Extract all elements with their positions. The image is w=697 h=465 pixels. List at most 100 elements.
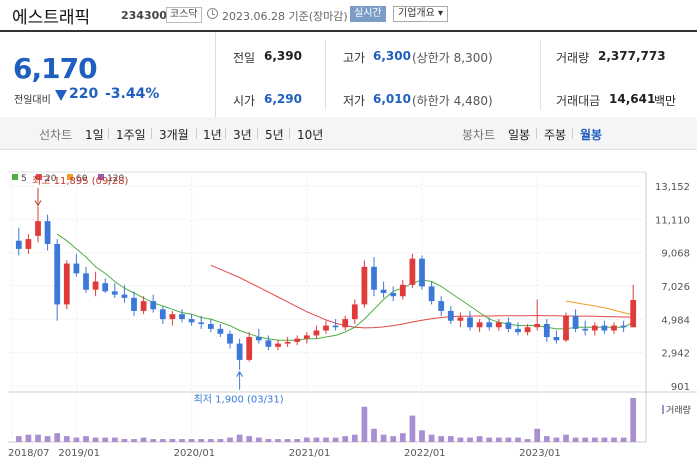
- candle-body: [601, 325, 608, 331]
- stock-header: 에스트래픽 234300 코스닥 2023.06.28 기준(장마감) 실시간 …: [0, 0, 697, 30]
- volume-legend-swatch: [662, 405, 664, 414]
- price-chart[interactable]: 13,152 11,110 9,068 7,026 4,984 2,942 901 2018/…: [0, 150, 697, 461]
- x-tick-label: 2018/07: [8, 448, 50, 459]
- volume-bar: [620, 437, 627, 442]
- tab-divider: [151, 128, 152, 139]
- tab-1d[interactable]: 1일: [85, 126, 104, 143]
- candle-body: [361, 266, 368, 305]
- amount-unit: 백만: [654, 94, 677, 108]
- candle-body: [457, 317, 464, 321]
- summary-divider: [325, 40, 326, 110]
- volume-bar: [419, 430, 425, 442]
- candle-body: [25, 239, 32, 249]
- volume-bar: [409, 415, 416, 442]
- tab-10y[interactable]: 10년: [297, 126, 323, 143]
- volume-bar: [131, 439, 137, 442]
- volume-bar: [543, 436, 550, 442]
- volume-bar: [265, 439, 272, 442]
- volume-bar: [227, 437, 233, 442]
- candle-body: [207, 323, 214, 329]
- volume-bar: [371, 428, 377, 442]
- tab-3m[interactable]: 3개월: [159, 126, 189, 143]
- tab-divider: [196, 128, 197, 139]
- volume-bar: [447, 436, 454, 442]
- candle-body: [371, 266, 377, 290]
- volume-bar: [582, 437, 589, 442]
- candle-body: [188, 319, 195, 323]
- volume-bar: [515, 437, 521, 442]
- volume-bar: [591, 437, 598, 442]
- candle-body: [505, 322, 512, 329]
- realtime-button[interactable]: 실시간: [350, 6, 386, 22]
- volume-bar: [486, 437, 493, 442]
- candlestick-chart[interactable]: 13,152 11,110 9,068 7,026 4,984 2,942 901 2018/…: [0, 150, 697, 461]
- tab-divider: [289, 128, 290, 139]
- amount-value: 14,641: [609, 92, 656, 106]
- quote-date: 2023.06.28 기준(장마감): [222, 10, 348, 23]
- volume-bar: [332, 437, 339, 442]
- tab-daily[interactable]: 일봉: [508, 126, 530, 143]
- volume-bar: [236, 434, 243, 442]
- tab-monthly[interactable]: 월봉: [580, 126, 602, 143]
- candle-body: [428, 286, 435, 302]
- period-tabbar: 선차트 1일 1주일 3개월 1년 3년 5년 10년 봉차트 일봉 주봉 월봉: [0, 117, 697, 150]
- candle-body: [275, 343, 281, 347]
- candle-body: [198, 322, 205, 324]
- change-percent: -3.44%: [105, 86, 160, 102]
- candle-body: [111, 291, 118, 295]
- volume-bar: [351, 434, 358, 442]
- prev-close-label: 전일: [233, 51, 256, 65]
- volume-bar: [361, 406, 368, 442]
- x-tick-label: 2021/01: [289, 448, 331, 459]
- open-value: 6,290: [264, 92, 302, 106]
- candle-body: [486, 322, 493, 328]
- candle-body: [246, 337, 253, 360]
- clock-icon: [207, 8, 218, 19]
- tab-divider: [536, 128, 537, 139]
- candle-body: [467, 317, 473, 328]
- candle-body: [265, 340, 272, 347]
- candle-body: [438, 301, 445, 311]
- volume-bar: [255, 437, 262, 442]
- y-tick-label: 9,068: [661, 249, 690, 260]
- volume-bar: [467, 437, 473, 442]
- volume-bar: [601, 437, 608, 442]
- stock-code: 234300: [121, 9, 167, 22]
- candle-body: [582, 328, 589, 331]
- candle-body: [63, 263, 70, 305]
- high-value: 6,300: [373, 49, 411, 63]
- volume-bar: [534, 428, 541, 442]
- candle-body: [447, 310, 454, 321]
- y-tick-label: 4,984: [661, 315, 690, 326]
- volume-bar: [102, 437, 109, 442]
- volume-bar: [428, 434, 435, 442]
- volume-bar: [572, 437, 579, 442]
- volume-bar: [553, 437, 560, 442]
- candle-body: [553, 337, 560, 341]
- volume-bar: [438, 436, 445, 442]
- tab-1w[interactable]: 1주일: [116, 126, 146, 143]
- candle-body: [294, 338, 301, 342]
- tab-5y[interactable]: 5년: [265, 126, 284, 143]
- volume-bar: [35, 434, 41, 442]
- company-info-dropdown[interactable]: 기업개요 ▾: [393, 6, 448, 22]
- candle-body: [131, 297, 137, 311]
- volume-bar: [313, 437, 320, 442]
- tab-divider: [225, 128, 226, 139]
- candle-body: [169, 314, 176, 320]
- volume-bar: [342, 436, 349, 442]
- volume-bar: [246, 436, 253, 442]
- candle-body: [15, 240, 22, 249]
- volume-value: 2,377,773: [598, 49, 666, 63]
- tab-divider: [572, 128, 573, 139]
- tab-1y[interactable]: 1년: [203, 126, 222, 143]
- down-arrow-icon: [55, 90, 67, 101]
- candle-body: [73, 263, 80, 274]
- tab-3y[interactable]: 3년: [233, 126, 252, 143]
- volume-bar: [294, 439, 301, 442]
- tab-weekly[interactable]: 주봉: [544, 126, 566, 143]
- candle-body: [534, 323, 541, 328]
- candle-body: [611, 325, 617, 331]
- volume-bar: [476, 436, 483, 442]
- volume-bar: [188, 439, 195, 442]
